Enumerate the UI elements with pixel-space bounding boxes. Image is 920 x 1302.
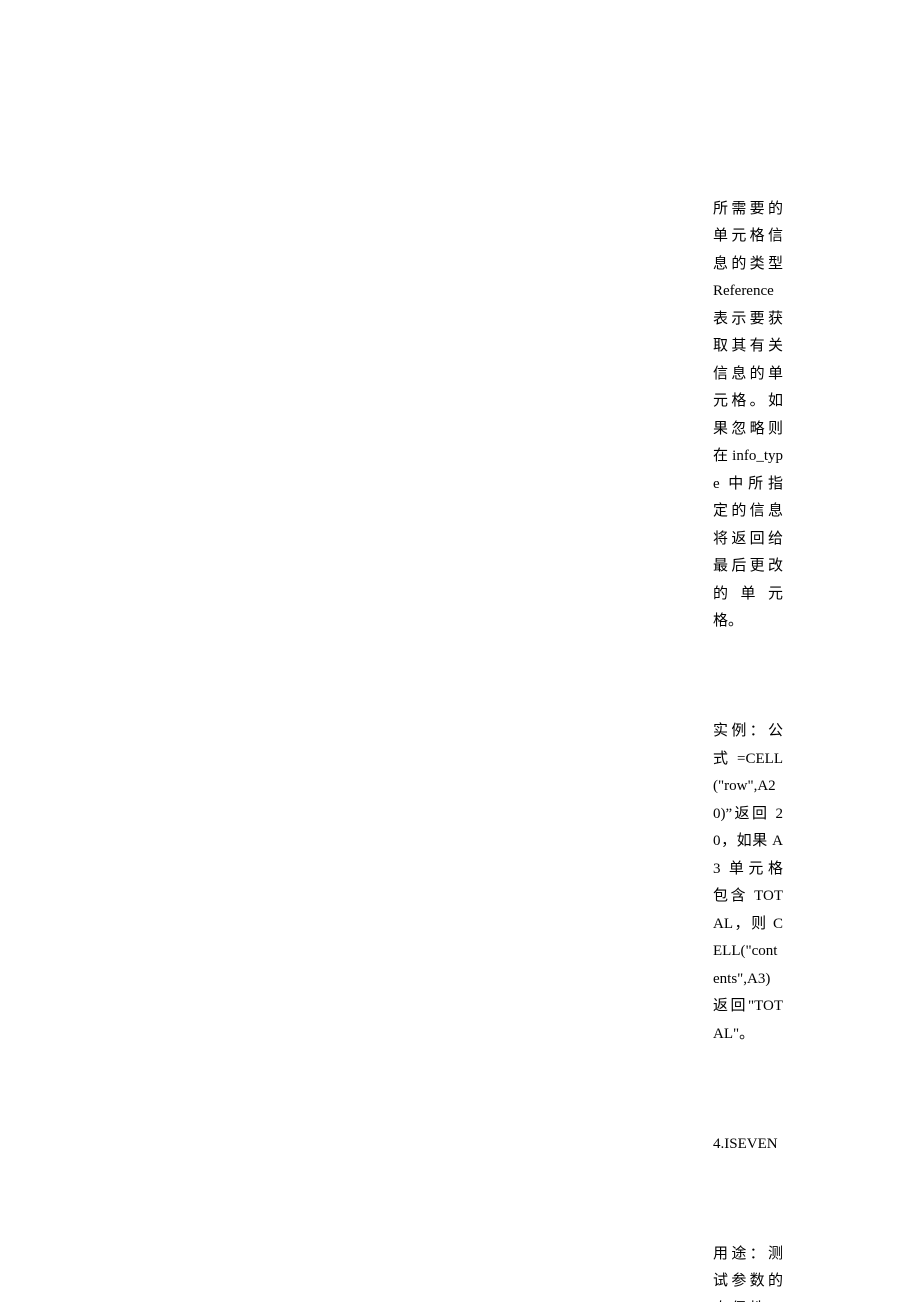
- document-page: 所需要的单元格信息的类型 Reference 表示要获取其有关信息的单元格。如果…: [0, 0, 920, 1302]
- right-narrow-text-column: 所需要的单元格信息的类型 Reference 表示要获取其有关信息的单元格。如果…: [713, 113, 783, 1302]
- paragraph-cell-info-type: 所需要的单元格信息的类型 Reference 表示要获取其有关信息的单元格。如果…: [713, 200, 787, 630]
- paragraph-cell-example: 实例：公式=CELL("row",A20)”返回 20，如果 A3 单元格包含 …: [713, 723, 783, 1042]
- heading-iseven: 4.ISEVEN: [713, 1135, 778, 1152]
- paragraph-iseven-usage: 用途：测试参数的奇偶性，如果参数为偶数返回 TRUE，否则返回 FALSE。: [713, 1245, 783, 1302]
